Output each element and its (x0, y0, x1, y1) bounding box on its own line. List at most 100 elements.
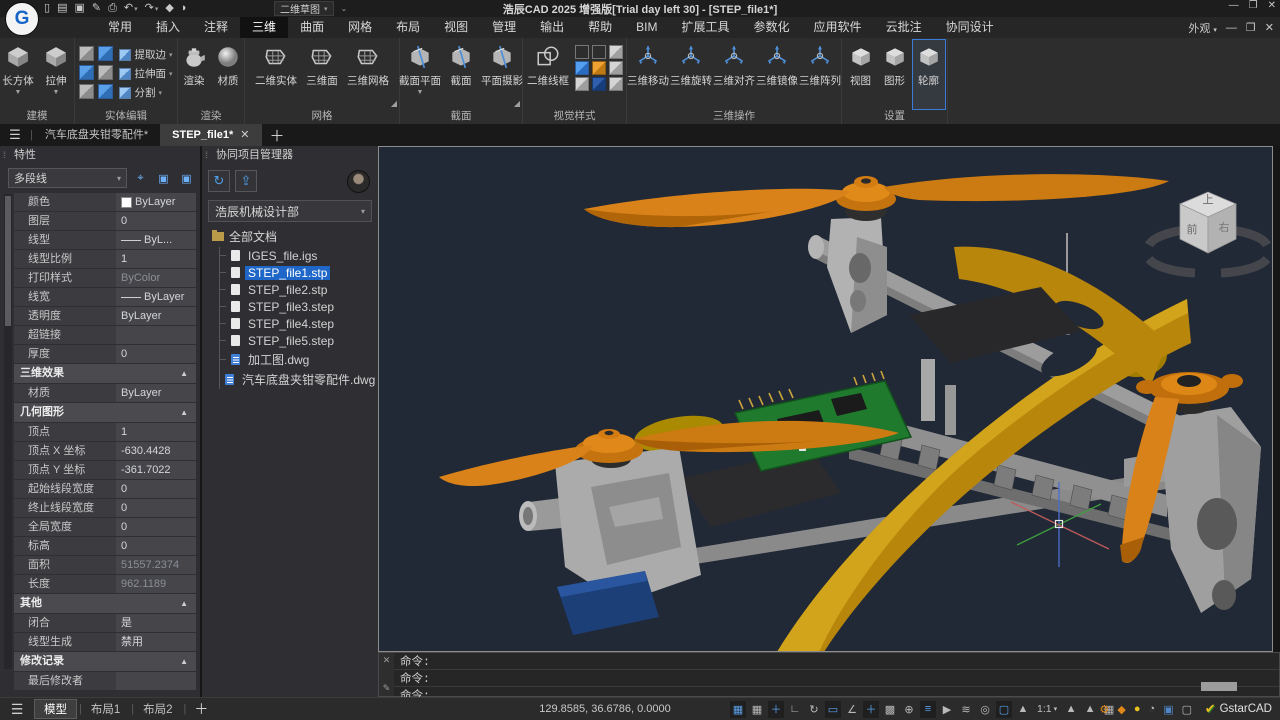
property-value[interactable] (116, 326, 196, 344)
section-header[interactable]: 几何图形▲ (14, 403, 196, 422)
tree-root-folder[interactable]: 全部文档 (202, 226, 378, 247)
ribbon-minimize-button[interactable]: — (1226, 22, 1237, 34)
ribbon-button[interactable]: 长方体 ▼ (0, 40, 36, 109)
ribbon-close-button[interactable]: ✕ (1265, 21, 1274, 34)
property-row[interactable]: 透明度 ByLayer (14, 307, 196, 325)
tree-file-item[interactable]: IGES_file.igs (220, 247, 378, 264)
command-line[interactable]: ✕ ✎ 命令: 命令: 命令: (378, 652, 1280, 697)
property-value[interactable]: 0 (116, 345, 196, 363)
appearance-menu[interactable]: 外观 ▾ (1188, 20, 1217, 36)
ribbon-tab[interactable]: 帮助 (576, 17, 624, 38)
statusbar-toggle-icon[interactable]: ＋ (768, 701, 784, 718)
tree-file-item[interactable]: STEP_file2.stp (220, 281, 378, 298)
ribbon-tab[interactable]: 参数化 (742, 17, 802, 38)
close-tab-icon[interactable]: ✕ (240, 124, 249, 146)
property-row[interactable]: 线型生成 禁用 (14, 633, 196, 651)
view-cube[interactable]: 上 前 右 (1149, 192, 1267, 273)
property-value[interactable]: 0 (116, 499, 196, 517)
ribbon-tab[interactable]: 网格 (336, 17, 384, 38)
annotation-scale-control[interactable]: 1:1▾ (1034, 703, 1060, 715)
cmdline-scrollbar[interactable] (1201, 682, 1237, 691)
layout-menu-icon[interactable]: ☰ (0, 701, 34, 718)
ribbon-tab[interactable]: 常用 (96, 17, 144, 38)
property-value[interactable]: -361.7022 (116, 461, 196, 479)
solid-edit-icon-grid[interactable] (79, 40, 114, 109)
property-row[interactable]: 材质 ByLayer (14, 384, 196, 402)
app-logo[interactable]: G (5, 2, 39, 36)
statusbar-toggle-icon[interactable]: ▩ (882, 701, 898, 718)
properties-scrollbar[interactable] (4, 194, 12, 669)
statusbar-utility-icon[interactable]: ⚙ (1100, 703, 1110, 716)
property-value[interactable]: 禁用 (116, 633, 196, 651)
document-tab[interactable]: STEP_file1* ✕ (160, 124, 261, 146)
property-value[interactable]: 0 (116, 480, 196, 498)
statusbar-utility-icon[interactable]: ● (1134, 703, 1141, 715)
collapse-icon[interactable]: ▲ (180, 652, 188, 671)
properties-panel-title[interactable]: 特性 (0, 146, 200, 164)
property-row[interactable]: 图层 0 (14, 212, 196, 230)
project-panel-title[interactable]: 协同项目管理器 (202, 146, 378, 164)
toggle-pickadd-button[interactable]: ⌖ (131, 169, 150, 188)
ribbon-tab[interactable]: 布局 (384, 17, 432, 38)
drawing-viewport[interactable]: 上 前 右 (378, 146, 1273, 652)
tree-file-item[interactable]: STEP_file5.step (220, 332, 378, 349)
property-value[interactable]: 1 (116, 250, 196, 268)
statusbar-utility-icon[interactable]: ▢ (1182, 703, 1192, 716)
property-row[interactable]: 线宽 ByLayer (14, 288, 196, 306)
property-row[interactable]: 起始线段宽度 0 (14, 480, 196, 498)
property-value[interactable]: 0 (116, 212, 196, 230)
ribbon-button[interactable]: 三维阵列 (800, 40, 841, 109)
property-value[interactable]: 962.1189 (116, 575, 196, 593)
department-select[interactable]: 浩辰机械设计部 ▾ (208, 200, 372, 222)
ribbon-tab[interactable]: 视图 (432, 17, 480, 38)
ribbon-button[interactable]: 轮廓 (913, 40, 945, 109)
property-row[interactable]: 顶点 1 (14, 423, 196, 441)
statusbar-utility-icon[interactable]: ◔ (1149, 703, 1156, 715)
statusbar-toggle-icon[interactable]: ↻ (806, 701, 822, 718)
statusbar-toggle-icon[interactable]: ▭ (825, 701, 841, 718)
quick-select-button[interactable]: ▣ (177, 169, 196, 188)
statusbar-utility-icon[interactable]: ▣ (1163, 703, 1173, 716)
property-row[interactable]: 厚度 0 (14, 345, 196, 363)
property-row[interactable]: 全局宽度 0 (14, 518, 196, 536)
ribbon-tab[interactable]: 管理 (480, 17, 528, 38)
dialog-launcher-icon[interactable]: ◢ (391, 99, 397, 108)
new-document-button[interactable]: ＋ (270, 125, 285, 146)
property-row[interactable]: 线型比例 1 (14, 250, 196, 268)
property-value[interactable]: 0 (116, 537, 196, 555)
ribbon-tab[interactable]: 三维 (240, 17, 288, 38)
ribbon-tab[interactable]: 注释 (192, 17, 240, 38)
property-row[interactable]: 线型 ByL... (14, 231, 196, 249)
property-row[interactable]: 最后修改者 (14, 672, 196, 690)
sync-button[interactable]: ↻ (208, 170, 230, 192)
ribbon-restore-button[interactable]: ❐ (1246, 21, 1256, 34)
command-prompt[interactable]: 命令: (394, 670, 1279, 687)
property-value[interactable]: -630.4428 (116, 442, 196, 460)
ribbon-button[interactable]: 二维实体 (254, 40, 298, 109)
ribbon-button[interactable]: 三维对齐 (714, 40, 755, 109)
statusbar-toggle-icon[interactable]: ▦ (730, 701, 746, 718)
property-value[interactable]: ByColor (116, 269, 196, 287)
section-header[interactable]: 修改记录▲ (14, 652, 196, 671)
close-cmdline-icon[interactable]: ✕ (383, 655, 391, 666)
property-value[interactable]: ByLayer (116, 384, 196, 402)
section-header[interactable]: 其他▲ (14, 594, 196, 613)
render-button[interactable]: 渲染 (178, 40, 210, 109)
statusbar-utility-icon[interactable]: ◆ (1117, 703, 1125, 716)
property-value[interactable] (116, 672, 196, 690)
visual-style-gallery[interactable] (575, 40, 624, 109)
property-value[interactable]: 51557.2374 (116, 556, 196, 574)
statusbar-toggle-icon[interactable]: ▢ (996, 701, 1012, 718)
ribbon-button[interactable]: 拉伸 ▼ (38, 40, 74, 109)
statusbar-toggle-icon[interactable]: ⊕ (901, 701, 917, 718)
property-row[interactable]: 标高 0 (14, 537, 196, 555)
document-menu-icon[interactable]: ☰ (0, 127, 30, 143)
ribbon-tab[interactable]: 扩展工具 (670, 17, 742, 38)
dialog-launcher-icon[interactable]: ◢ (514, 99, 520, 108)
tree-file-item[interactable]: 加工图.dwg (220, 349, 378, 369)
statusbar-toggle-icon[interactable]: ≡ (920, 701, 936, 718)
property-row[interactable]: 长度 962.1189 (14, 575, 196, 593)
property-row[interactable]: 颜色 ByLayer (14, 193, 196, 211)
statusbar-toggle-icon[interactable]: ◎ (977, 701, 993, 718)
collapse-icon[interactable]: ▲ (180, 594, 188, 613)
